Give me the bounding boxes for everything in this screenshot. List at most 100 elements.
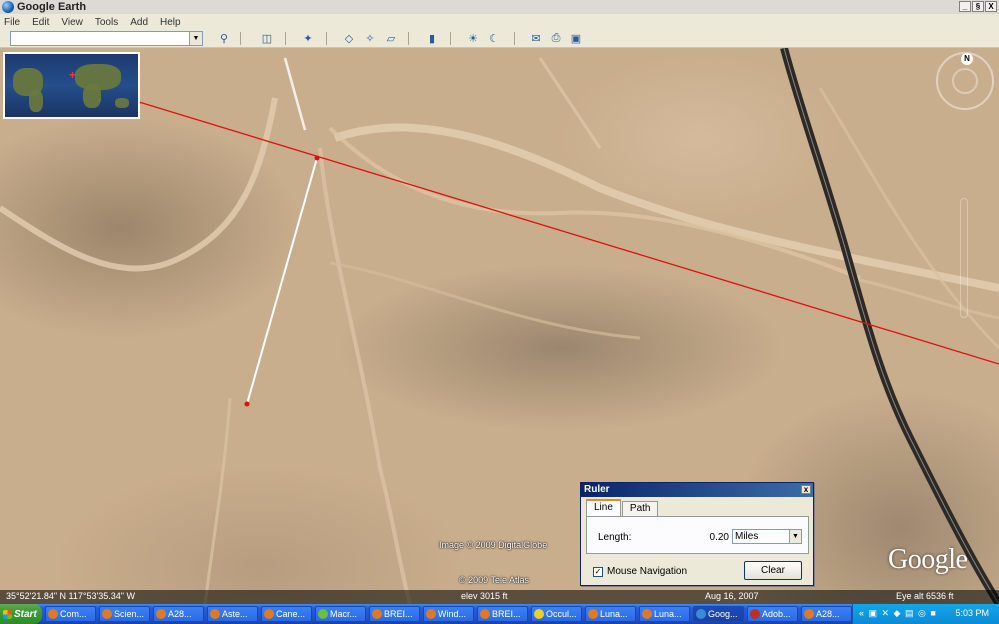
tray-icons[interactable]: « ▣ ✕ ◆ ▤ ◎ ■: [859, 608, 937, 619]
taskbar-item[interactable]: Aste...: [207, 606, 258, 622]
taskbar-item[interactable]: Luna...: [585, 606, 636, 622]
planets-icon[interactable]: ☾: [486, 31, 502, 46]
dirt-road: [538, 57, 602, 149]
tab-line[interactable]: Line: [586, 499, 621, 516]
eye-altitude: Eye alt 6536 ft: [896, 591, 954, 601]
firefox-icon: [642, 609, 652, 619]
ruler-tabs: Line Path: [586, 499, 659, 516]
google-logo: Google: [888, 544, 968, 575]
ruler-start-point[interactable]: [314, 155, 320, 161]
taskbar-item-label: BREI...: [492, 609, 521, 619]
ruler-icon[interactable]: ▮: [424, 31, 440, 46]
overview-map[interactable]: +: [3, 52, 140, 119]
toolbar-separator: [240, 32, 241, 45]
menu-edit[interactable]: Edit: [32, 17, 49, 28]
restore-button[interactable]: §: [972, 1, 984, 12]
taskbar-item[interactable]: Macr...: [315, 606, 366, 622]
taskbar-item[interactable]: Luna...: [639, 606, 690, 622]
compass-north-icon[interactable]: N: [961, 53, 973, 65]
overview-location-marker-icon: +: [69, 68, 77, 82]
start-label: Start: [14, 608, 37, 620]
system-tray: « ▣ ✕ ◆ ▤ ◎ ■ 5:03 PM: [852, 604, 999, 624]
length-label: Length:: [598, 532, 632, 543]
minimize-button[interactable]: _: [959, 1, 971, 12]
toolbar-separator: [450, 32, 451, 45]
google-earth-app-icon: [2, 1, 14, 13]
firefox-icon: [264, 609, 274, 619]
firefox-icon: [102, 609, 112, 619]
taskbar-item-label: Wind...: [438, 609, 467, 619]
tele-atlas-credit: © 2009 Tele Atlas: [459, 575, 530, 585]
taskbar-item-label: Macr...: [330, 609, 358, 619]
taskbar-item-label: Luna...: [600, 609, 628, 619]
taskbar-item-label: Cane...: [276, 609, 306, 619]
compass-ring[interactable]: [952, 68, 978, 94]
highway-centerline: [783, 48, 999, 604]
menu-view[interactable]: View: [61, 17, 83, 28]
taskbar-item-label: BREI...: [384, 609, 413, 619]
start-button[interactable]: Start: [0, 604, 42, 624]
ruler-end-point[interactable]: [244, 401, 250, 407]
close-button[interactable]: X: [985, 1, 997, 12]
email-icon[interactable]: ✉: [528, 31, 544, 46]
ruler-dialog: Ruler x Line Path Length: 0.20 Miles ▼ ✓…: [580, 482, 814, 586]
ruler-panel: Length: 0.20 Miles ▼: [586, 516, 809, 554]
print-icon[interactable]: ⎙: [548, 31, 564, 46]
overview-land: [115, 98, 129, 108]
taskbar-item[interactable]: Com...: [45, 606, 96, 622]
menu-tools[interactable]: Tools: [95, 17, 118, 28]
units-dropdown-arrow-icon[interactable]: ▼: [789, 530, 801, 543]
app-icon: [48, 609, 58, 619]
taskbar-item[interactable]: Occul...: [531, 606, 582, 622]
clear-button[interactable]: Clear: [744, 561, 802, 580]
taskbar-item[interactable]: Scien...: [99, 606, 150, 622]
imagery-credit: Image © 2009 DigitalGlobe: [439, 540, 548, 550]
search-magnifier-icon[interactable]: ⚲: [216, 31, 232, 46]
placemark-icon[interactable]: ✦: [300, 31, 316, 46]
polygon-icon[interactable]: ◇: [341, 31, 357, 46]
imagery-date: Aug 16, 2007: [705, 591, 759, 601]
dirt-road: [818, 87, 999, 350]
navigation-compass[interactable]: N: [936, 52, 994, 110]
taskbar-item[interactable]: A28...: [801, 606, 852, 622]
tab-path[interactable]: Path: [621, 501, 659, 516]
taskbar-item[interactable]: Cane...: [261, 606, 312, 622]
menu-bar: File Edit View Tools Add Help: [0, 14, 999, 30]
search-input[interactable]: ▼: [10, 31, 203, 46]
firefox-icon: [210, 609, 220, 619]
path-icon[interactable]: ✧: [362, 31, 378, 46]
image-overlay-icon[interactable]: ▱: [383, 31, 399, 46]
search-dropdown-arrow-icon[interactable]: ▼: [189, 32, 202, 45]
menu-help[interactable]: Help: [160, 17, 181, 28]
elevation-readout: elev 3015 ft: [461, 591, 508, 601]
ruler-line: [246, 157, 318, 405]
taskbar-item-active[interactable]: Goog...: [693, 606, 744, 622]
title-bar: Google Earth _ § X: [0, 0, 999, 14]
mouse-navigation-checkbox[interactable]: ✓: [593, 566, 603, 577]
firefox-icon: [426, 609, 436, 619]
earth-map-view[interactable]: + N Image © 2009 DigitalGlobe © 2009 Tel…: [0, 48, 999, 604]
dirt-road: [329, 261, 641, 340]
firefox-icon: [804, 609, 814, 619]
menu-file[interactable]: File: [4, 17, 20, 28]
ruler-close-button[interactable]: x: [801, 485, 811, 494]
save-image-icon[interactable]: ▣: [568, 31, 584, 46]
taskbar-item-label: Adob...: [762, 609, 791, 619]
taskbar: Start Com... Scien... A28... Aste... Can…: [0, 604, 999, 624]
units-select[interactable]: Miles ▼: [732, 529, 802, 544]
toolbar-separator: [514, 32, 515, 45]
taskbar-item-label: Goog...: [708, 609, 738, 619]
status-bar: 35°52'21.84" N 117°53'35.34" W elev 3015…: [0, 590, 999, 604]
measurement-red-line: [138, 101, 999, 365]
zoom-slider[interactable]: [960, 198, 968, 318]
mouse-navigation-option[interactable]: ✓ Mouse Navigation: [593, 566, 687, 577]
sunlight-icon[interactable]: ☀: [465, 31, 481, 46]
menu-add[interactable]: Add: [130, 17, 148, 28]
taskbar-item[interactable]: Wind...: [423, 606, 474, 622]
taskbar-item[interactable]: BREI...: [477, 606, 528, 622]
sidebar-toggle-icon[interactable]: ◫: [259, 31, 275, 46]
dirt-road: [328, 126, 861, 280]
taskbar-item[interactable]: Adob...: [747, 606, 798, 622]
taskbar-item[interactable]: A28...: [153, 606, 204, 622]
taskbar-item[interactable]: BREI...: [369, 606, 420, 622]
